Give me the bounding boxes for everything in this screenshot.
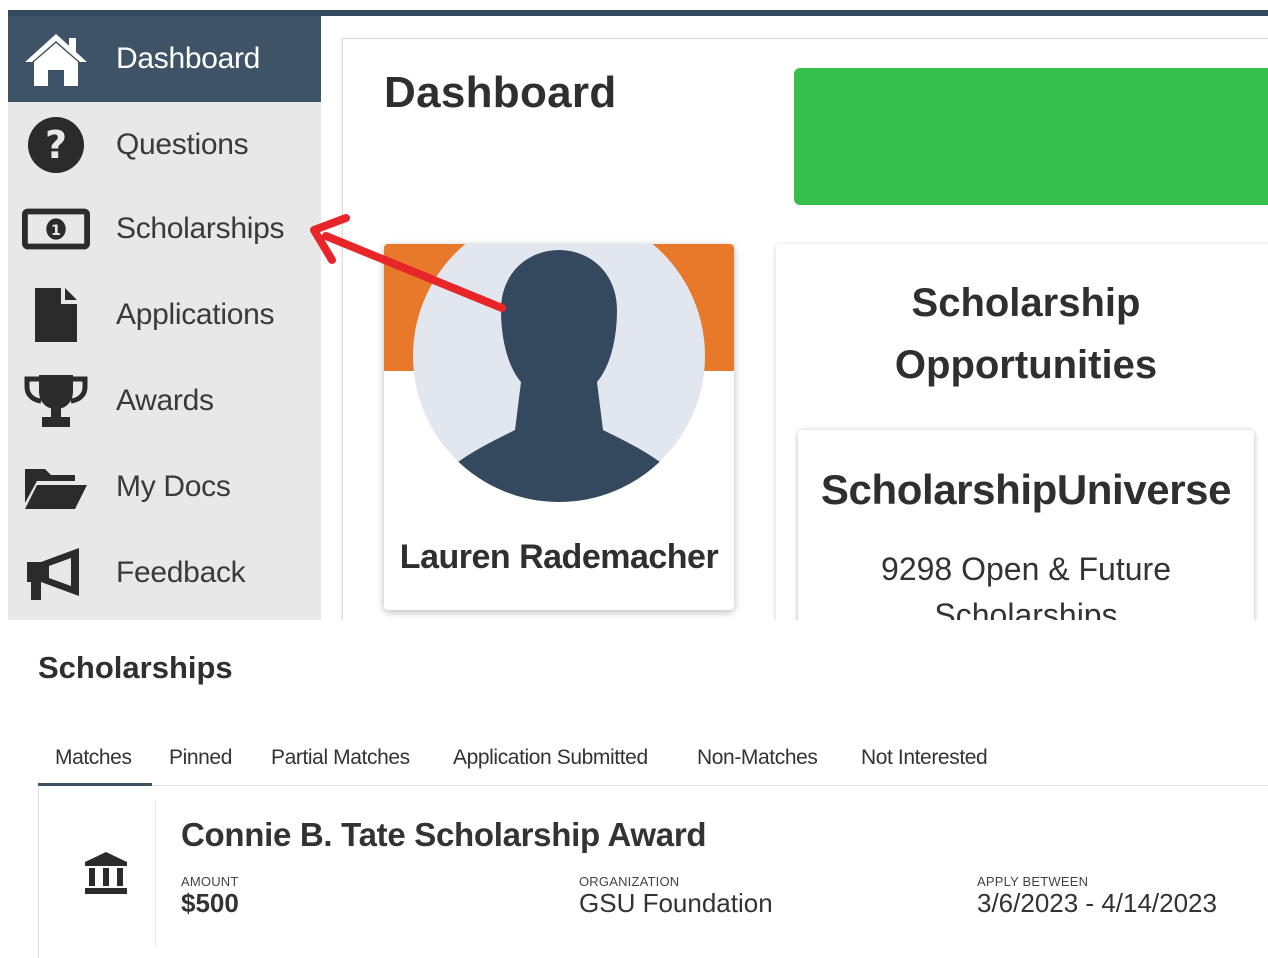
sidebar-item-label: Scholarships xyxy=(116,212,285,245)
sidebar: Dashboard ? Questions 1 Scholarships App… xyxy=(8,16,321,620)
home-icon xyxy=(22,29,90,89)
scholarship-universe-card[interactable]: ScholarshipUniverse 9298 Open & Future S… xyxy=(798,430,1254,620)
tab-non-matches[interactable]: Non-Matches xyxy=(680,738,834,786)
sidebar-item-label: Questions xyxy=(116,128,249,161)
sidebar-item-label: My Docs xyxy=(116,470,231,503)
sidebar-item-label: Dashboard xyxy=(116,42,261,75)
status-banner xyxy=(794,68,1268,205)
page-title: Dashboard xyxy=(384,68,617,117)
tab-not-interested[interactable]: Not Interested xyxy=(844,738,1004,786)
megaphone-icon xyxy=(22,543,90,603)
folder-open-icon xyxy=(22,457,90,517)
opportunities-title: Scholarship Opportunities xyxy=(894,281,1158,387)
sidebar-item-questions[interactable]: ? Questions xyxy=(8,102,321,188)
tab-matches[interactable]: Matches xyxy=(38,738,152,786)
scholarship-count: 9298 Open & Future Scholarships xyxy=(881,551,1171,620)
scholarship-result-card[interactable]: Connie B. Tate Scholarship Award AMOUNT … xyxy=(38,788,1268,958)
sidebar-item-feedback[interactable]: Feedback xyxy=(8,530,321,616)
dashboard-screenshot: Dashboard ? Questions 1 Scholarships App… xyxy=(0,0,1268,620)
organization-value: GSU Foundation xyxy=(579,888,773,918)
scholarship-name[interactable]: Connie B. Tate Scholarship Award xyxy=(181,816,707,854)
organization-label: ORGANIZATION xyxy=(579,874,680,889)
amount-label: AMOUNT xyxy=(181,874,239,889)
sidebar-item-applications[interactable]: Applications xyxy=(8,272,321,358)
amount-value: $500 xyxy=(181,888,239,918)
sidebar-item-label: Feedback xyxy=(116,556,246,589)
question-circle-icon: ? xyxy=(22,115,90,175)
svg-text:1: 1 xyxy=(51,222,61,239)
scholarships-screenshot: Scholarships Matches Pinned Partial Matc… xyxy=(0,620,1268,958)
profile-card[interactable]: Lauren Rademacher xyxy=(384,244,734,610)
file-icon xyxy=(22,285,90,345)
sidebar-item-scholarships[interactable]: 1 Scholarships xyxy=(8,186,321,272)
tab-partial-matches[interactable]: Partial Matches xyxy=(254,738,427,786)
apply-between-label: APPLY BETWEEN xyxy=(977,874,1089,889)
scholarships-title: Scholarships xyxy=(38,650,233,685)
card-divider xyxy=(155,800,156,946)
avatar xyxy=(413,244,705,502)
sidebar-item-my-docs[interactable]: My Docs xyxy=(8,444,321,530)
trophy-icon xyxy=(22,371,90,431)
scholarship-tabs: Matches Pinned Partial Matches Applicati… xyxy=(38,738,1268,786)
bank-icon xyxy=(83,850,129,896)
money-bill-icon: 1 xyxy=(22,199,90,259)
scholarship-universe-title: ScholarshipUniverse xyxy=(820,466,1232,513)
svg-text:?: ? xyxy=(45,123,67,167)
profile-name: Lauren Rademacher xyxy=(399,538,719,576)
tab-pinned[interactable]: Pinned xyxy=(152,738,249,786)
sidebar-item-awards[interactable]: Awards xyxy=(8,358,321,444)
tab-application-submitted[interactable]: Application Submitted xyxy=(436,738,665,786)
sidebar-item-dashboard[interactable]: Dashboard xyxy=(8,16,321,102)
sidebar-item-label: Awards xyxy=(116,384,214,417)
user-silhouette-icon xyxy=(443,250,675,502)
apply-between-value: 3/6/2023 - 4/14/2023 xyxy=(977,888,1217,918)
sidebar-item-label: Applications xyxy=(116,298,275,331)
